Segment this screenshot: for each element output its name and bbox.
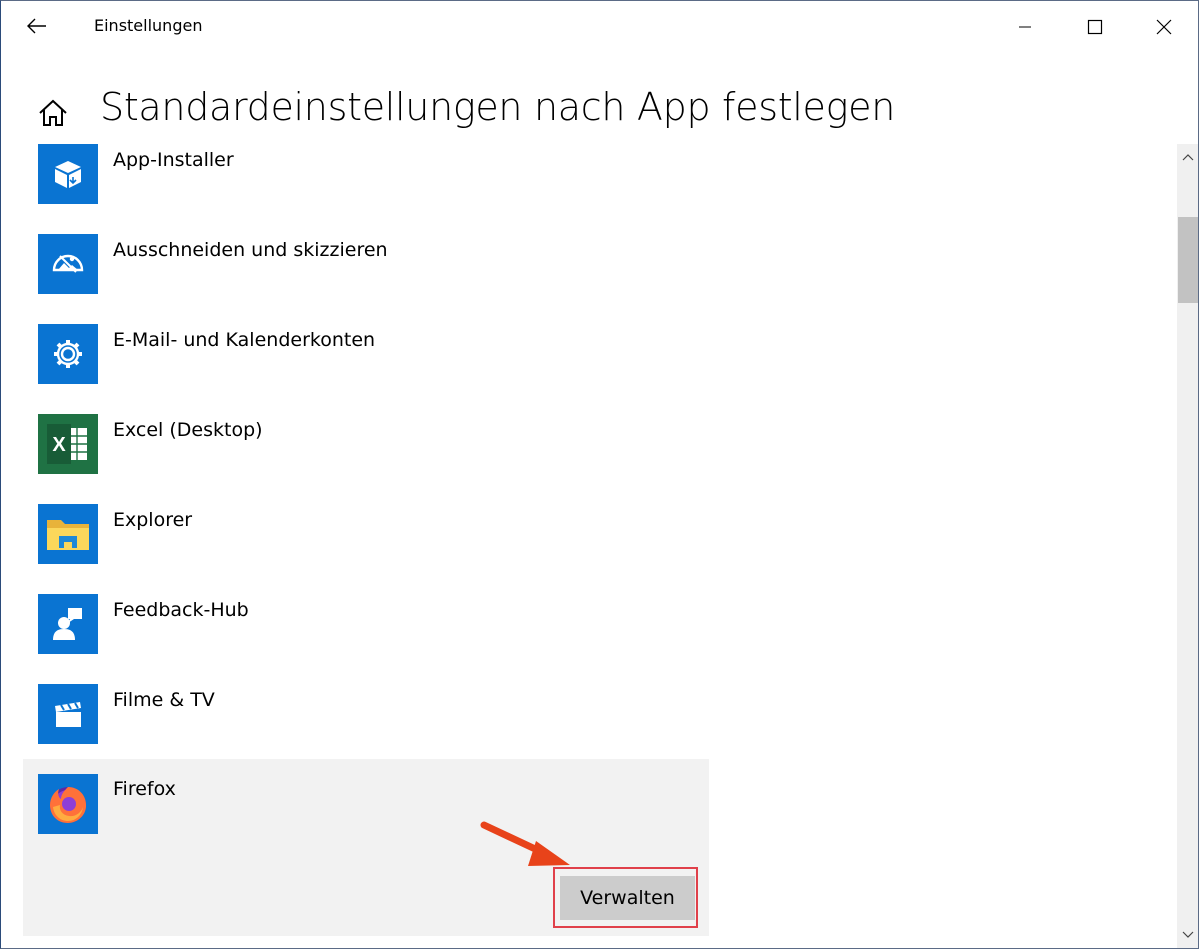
- app-name: Filme & TV: [113, 689, 215, 711]
- app-name: Explorer: [113, 509, 193, 531]
- close-icon: [1156, 19, 1172, 35]
- maximize-icon: [1087, 19, 1103, 35]
- home-icon: [39, 99, 67, 126]
- scroll-up-button[interactable]: [1177, 146, 1198, 168]
- app-list: App-Installer Ausschneiden und skizziere…: [1, 144, 1171, 948]
- app-tile: [38, 504, 98, 564]
- list-item-mail-calendar-accounts[interactable]: E-Mail- und Kalenderkonten: [23, 324, 709, 414]
- app-name: Excel (Desktop): [113, 419, 263, 441]
- feedback-icon: [53, 608, 82, 640]
- list-item-excel[interactable]: X Excel (Desktop): [23, 414, 709, 504]
- snip-sketch-icon: [52, 254, 84, 273]
- maximize-button[interactable]: [1061, 1, 1129, 53]
- package-icon: [55, 161, 81, 188]
- page-header: Standardeinstellungen nach App festlegen: [1, 81, 1198, 141]
- home-button[interactable]: [35, 95, 71, 131]
- firefox-icon: [50, 787, 87, 823]
- settings-window: Einstellungen Standardeinstellungen nach…: [0, 0, 1199, 949]
- vertical-scrollbar[interactable]: [1177, 144, 1198, 948]
- folder-icon: [47, 520, 89, 550]
- svg-text:X: X: [52, 434, 66, 456]
- app-tile: X: [38, 414, 98, 474]
- app-name: E-Mail- und Kalenderkonten: [113, 329, 376, 351]
- app-tile: [38, 594, 98, 654]
- minimize-icon: [1019, 26, 1031, 28]
- app-tile: [38, 234, 98, 294]
- list-item-snip-sketch[interactable]: Ausschneiden und skizzieren: [23, 234, 709, 324]
- scroll-thumb[interactable]: [1178, 217, 1198, 303]
- app-tile: [38, 324, 98, 384]
- app-name: App-Installer: [113, 149, 234, 171]
- list-item-firefox[interactable]: Firefox Verwalten: [23, 759, 709, 936]
- back-button[interactable]: [15, 7, 59, 45]
- back-arrow-icon: [27, 18, 46, 34]
- app-name: Firefox: [113, 778, 176, 800]
- list-item-explorer[interactable]: Explorer: [23, 504, 709, 594]
- scroll-down-button[interactable]: [1177, 924, 1198, 946]
- clapperboard-icon: [55, 702, 81, 727]
- list-item-app-installer[interactable]: App-Installer: [23, 144, 709, 234]
- app-tile: [38, 144, 98, 204]
- excel-icon: X: [47, 424, 87, 464]
- list-item-feedback-hub[interactable]: Feedback-Hub: [23, 594, 709, 684]
- gear-icon: [54, 340, 82, 368]
- window-title: Einstellungen: [94, 16, 203, 35]
- chevron-down-icon: [1182, 931, 1194, 938]
- app-tile: [38, 774, 98, 834]
- app-name: Feedback-Hub: [113, 599, 249, 621]
- close-button[interactable]: [1130, 1, 1198, 53]
- minimize-button[interactable]: [991, 1, 1059, 53]
- app-tile: [38, 684, 98, 744]
- title-bar: Einstellungen: [1, 1, 1198, 53]
- app-name: Ausschneiden und skizzieren: [113, 239, 388, 261]
- page-title: Standardeinstellungen nach App festlegen: [100, 85, 895, 129]
- chevron-up-icon: [1182, 154, 1194, 161]
- manage-button[interactable]: Verwalten: [560, 876, 695, 920]
